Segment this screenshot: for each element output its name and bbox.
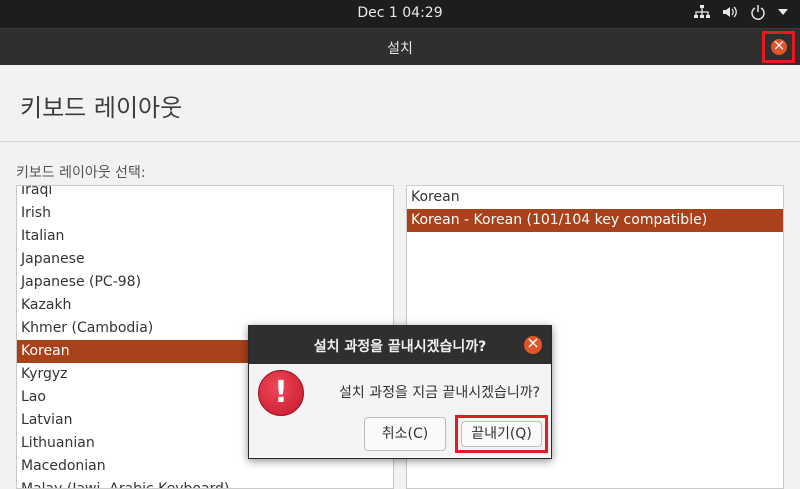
dialog-message: 설치 과정을 지금 끝내시겠습니까? [339,385,541,401]
top-bar: Dec 1 04:29 [0,0,800,28]
close-icon[interactable] [771,36,787,55]
power-icon[interactable] [750,4,766,20]
quit-dialog: 설치 과정을 끝내시겠습니까? 설치 과정을 지금 끝내시겠습니까? 취소(C)… [248,325,552,459]
system-tray[interactable] [694,4,788,20]
layout-list-item[interactable]: Kazakh [17,294,393,317]
warning-icon [258,370,304,416]
divider [0,141,800,142]
layout-list-item[interactable]: Japanese (PC-98) [17,271,393,294]
layout-list-item[interactable]: Irish [17,202,393,225]
layout-select-label: 키보드 레이아웃 선택: [16,165,146,181]
dialog-title: 설치 과정을 끝내시겠습니까? [313,339,487,355]
quit-button[interactable]: 끝내기(Q) [461,421,542,447]
dialog-close-icon[interactable] [524,333,542,354]
layout-list-item[interactable]: Malay (Jawi, Arabic Keyboard) [17,478,393,488]
quit-button-highlight: 끝내기(Q) [455,415,548,453]
volume-icon[interactable] [722,5,738,19]
layout-list-item[interactable]: Iraqi [17,186,393,202]
window-title: 설치 [387,41,413,57]
layout-list-item[interactable]: Japanese [17,248,393,271]
window-titlebar[interactable]: 설치 [0,28,800,65]
dialog-titlebar: 설치 과정을 끝내시겠습니까? [249,326,551,364]
variant-list-item[interactable]: Korean [407,186,783,209]
page-title: 키보드 레이아웃 [20,94,183,122]
cancel-button[interactable]: 취소(C) [364,417,446,451]
network-icon[interactable] [694,5,710,19]
variant-list-item[interactable]: Korean - Korean (101/104 key compatible) [407,209,783,232]
layout-list-item[interactable]: Italian [17,225,393,248]
chevron-down-icon[interactable] [778,8,788,16]
close-highlight [762,31,795,63]
clock[interactable]: Dec 1 04:29 [0,5,800,21]
